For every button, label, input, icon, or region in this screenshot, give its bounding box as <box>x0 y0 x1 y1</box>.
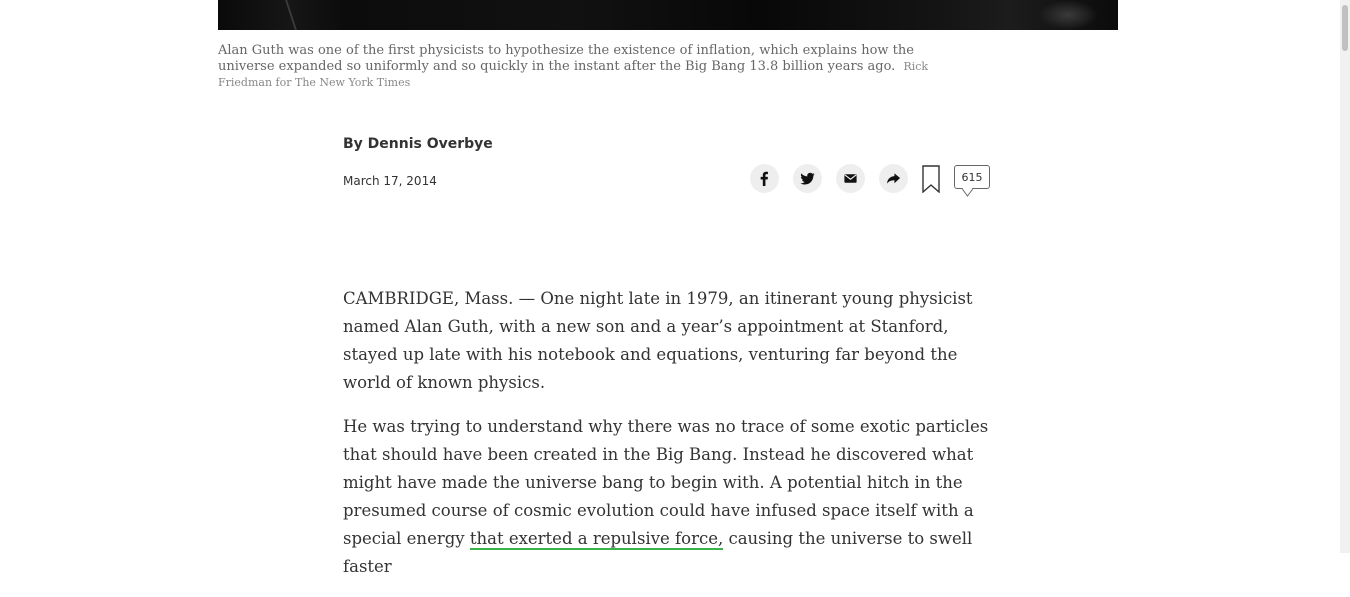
facebook-share-button[interactable] <box>750 164 779 193</box>
comments-button[interactable]: 615 <box>954 165 990 189</box>
scrollbar-thumb[interactable] <box>1342 5 1348 51</box>
article-body: CAMBRIDGE, Mass. — One night late in 197… <box>343 285 1003 597</box>
publish-date: March 17, 2014 <box>343 174 437 188</box>
facebook-icon <box>760 171 768 186</box>
paragraph-2: He was trying to understand why there wa… <box>343 413 1003 581</box>
twitter-share-button[interactable] <box>793 164 822 193</box>
byline[interactable]: By Dennis Overbye <box>343 136 493 152</box>
paragraph-1: CAMBRIDGE, Mass. — One night late in 197… <box>343 289 973 392</box>
highlighted-phrase[interactable]: that exerted a repulsive force, <box>469 529 724 550</box>
twitter-icon <box>800 172 815 185</box>
caption-text: Alan Guth was one of the first physicist… <box>218 43 914 74</box>
image-caption: Alan Guth was one of the first physicist… <box>218 43 938 91</box>
comment-count: 615 <box>961 170 983 184</box>
page-scrollbar[interactable] <box>1340 0 1350 553</box>
more-share-button[interactable] <box>879 164 908 193</box>
email-icon <box>844 174 857 183</box>
bookmark-icon[interactable] <box>921 165 941 193</box>
email-share-button[interactable] <box>836 164 865 193</box>
share-icon <box>886 173 901 184</box>
hero-image <box>218 0 1118 30</box>
